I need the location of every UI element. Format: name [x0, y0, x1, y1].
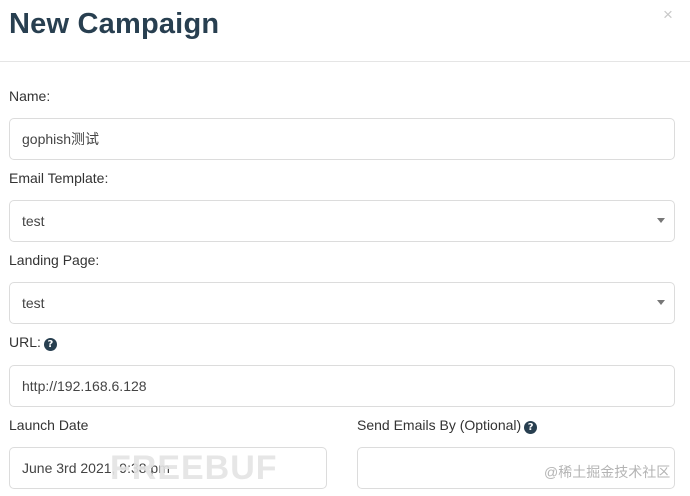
name-input[interactable]: gophish测试 [9, 118, 675, 160]
landing-page-label: Landing Page: [9, 252, 100, 268]
help-icon[interactable]: ? [43, 338, 57, 351]
url-input[interactable]: http://192.168.6.128 [9, 365, 675, 407]
landing-page-value: test [22, 295, 45, 311]
url-label-row: URL:? [9, 334, 57, 351]
launch-date-label: Launch Date [9, 417, 89, 433]
name-label: Name: [9, 88, 51, 104]
email-template-value: test [22, 213, 45, 229]
close-icon[interactable]: × [663, 6, 673, 23]
email-template-select[interactable]: test [9, 200, 675, 242]
watermark-text: @稀土掘金技术社区 [544, 464, 671, 480]
watermark-logo: FREEBUF [110, 449, 278, 487]
send-emails-by-label: Send Emails By (Optional) [357, 417, 522, 433]
chevron-down-icon [657, 218, 665, 223]
send-emails-by-label-row: Send Emails By (Optional)? [357, 417, 538, 434]
email-template-label: Email Template: [9, 170, 109, 186]
help-icon[interactable]: ? [524, 421, 538, 434]
chevron-down-icon [657, 300, 665, 305]
landing-page-select[interactable]: test [9, 282, 675, 324]
modal-title: New Campaign [9, 8, 220, 40]
modal-header: New Campaign × [0, 0, 690, 62]
url-label: URL: [9, 334, 41, 350]
